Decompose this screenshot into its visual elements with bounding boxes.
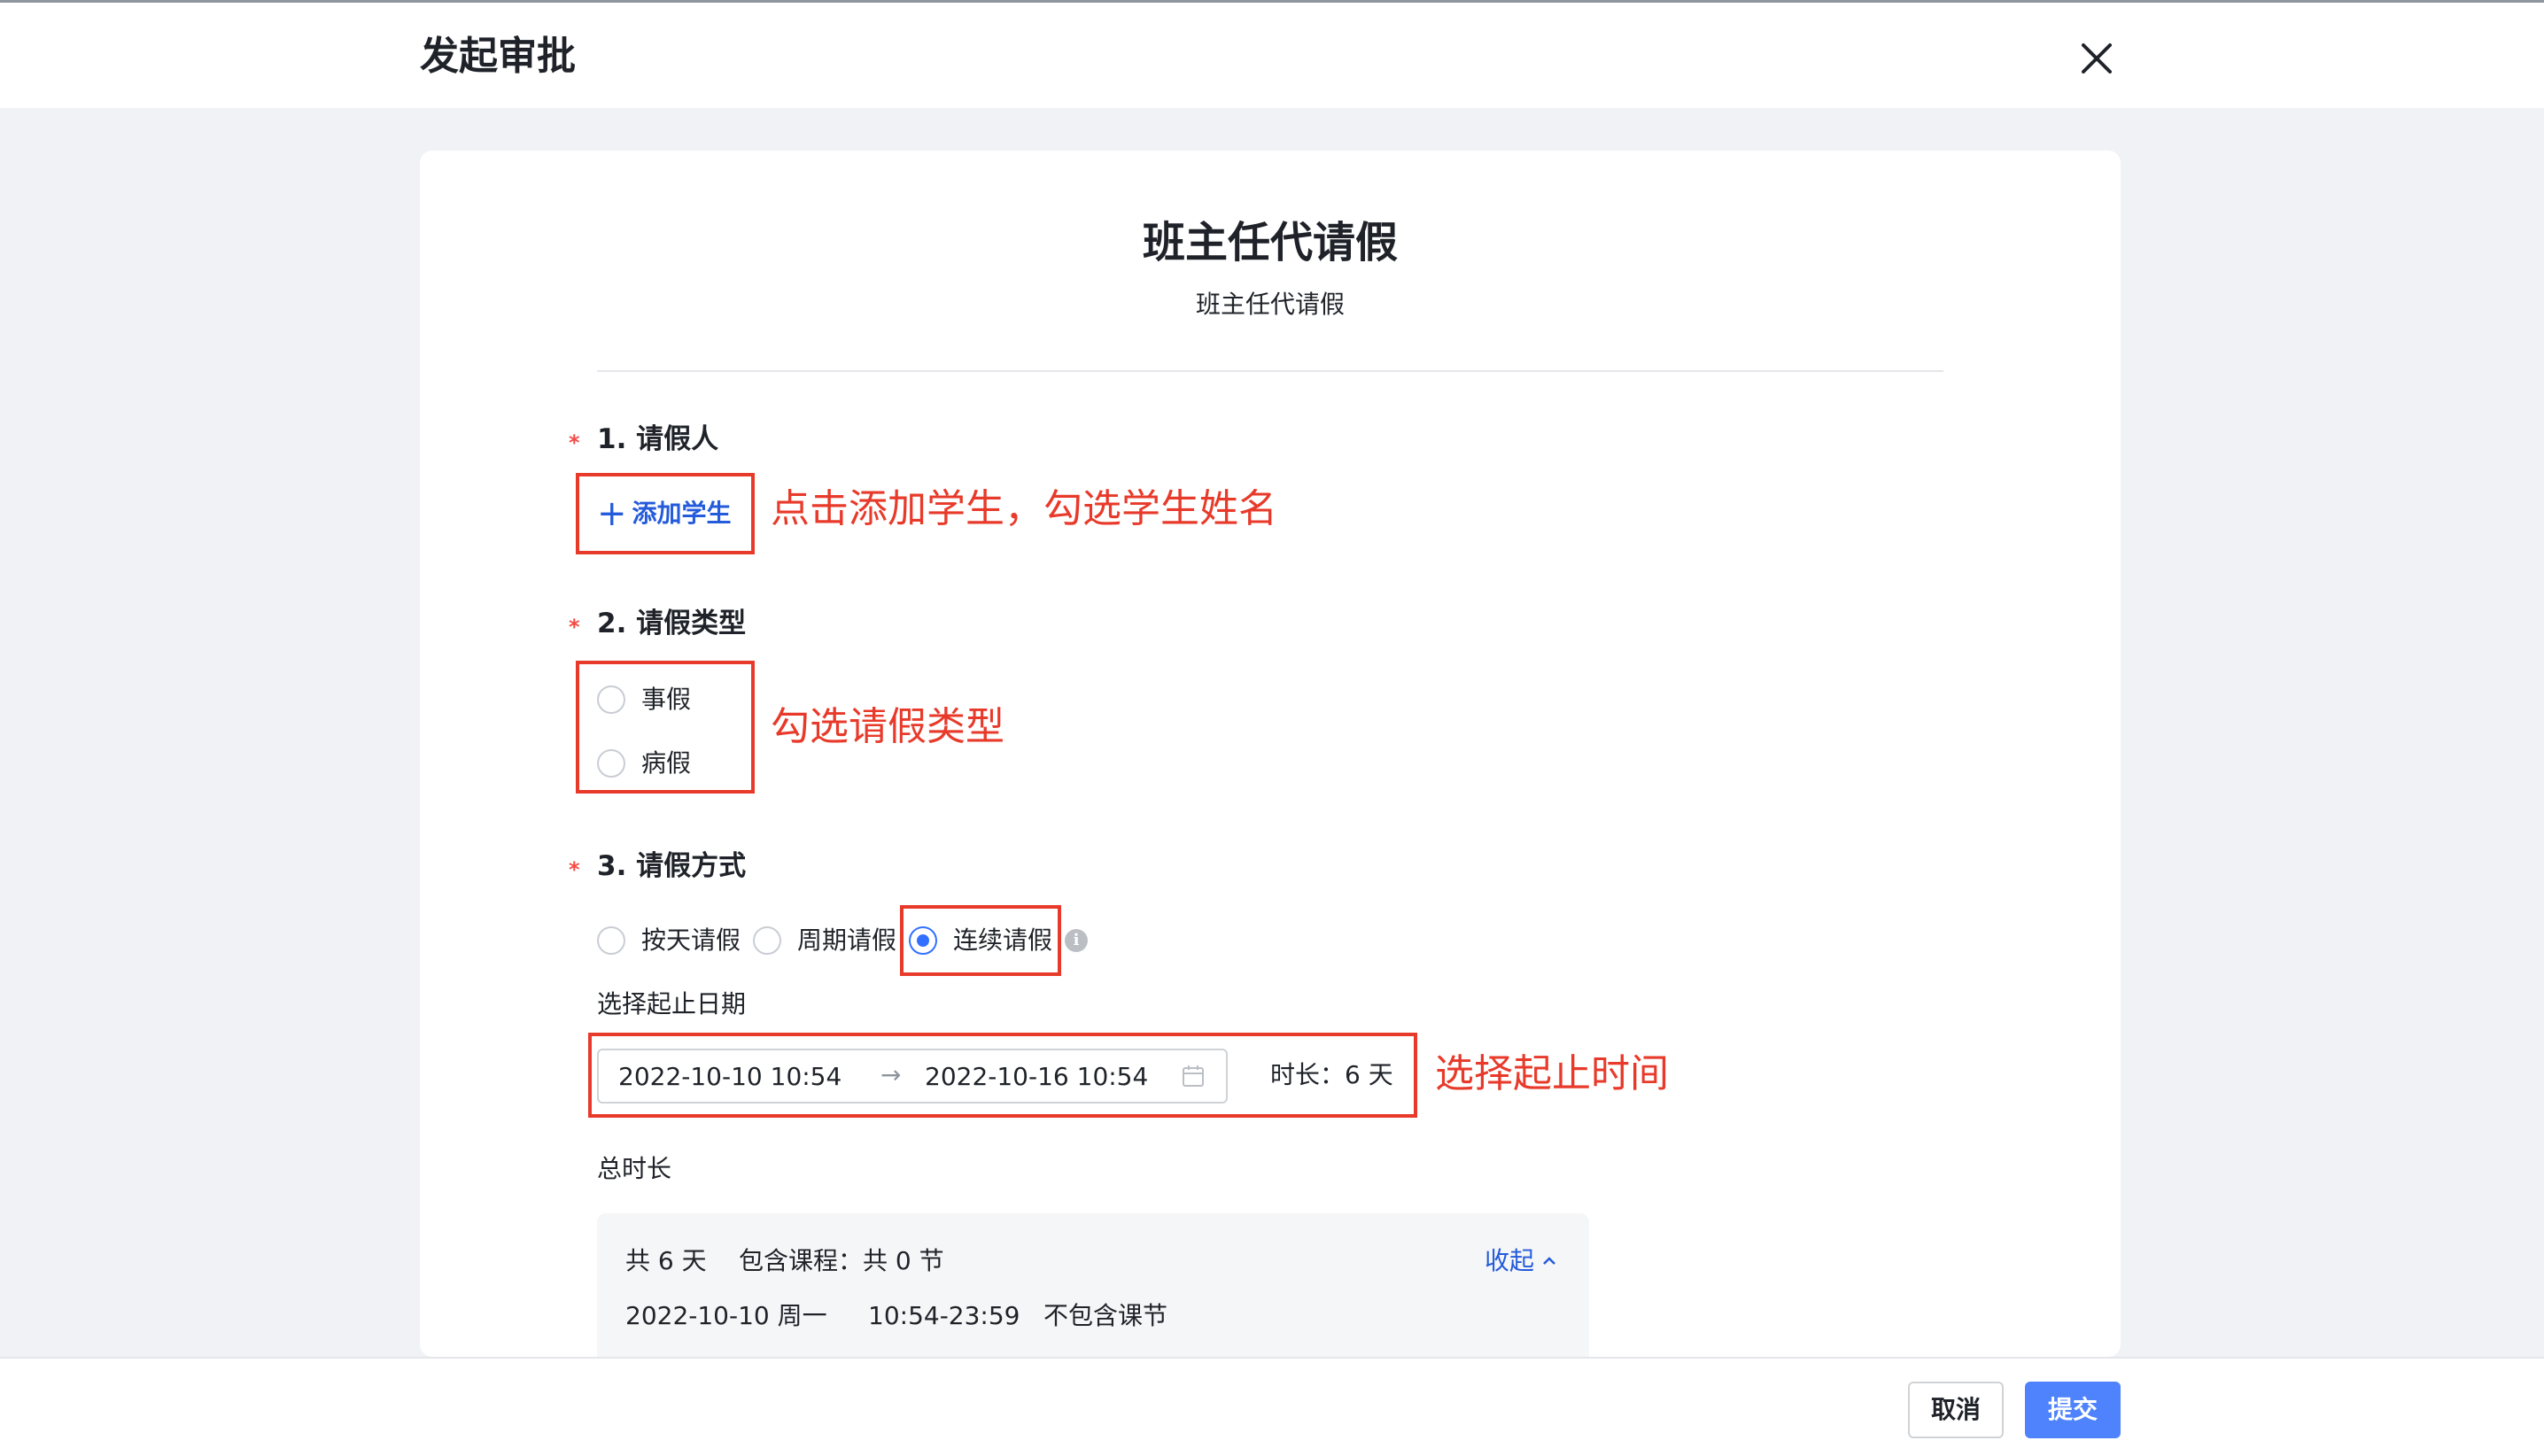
field-label-leave-mode: 3. 请假方式 bbox=[597, 850, 747, 882]
annotation-text-date-range: 选择起止时间 bbox=[1435, 1051, 1669, 1096]
summary-days: 共 6 天 bbox=[625, 1246, 707, 1275]
annotation-text-add-student: 点击添加学生，勾选学生姓名 bbox=[771, 486, 1277, 531]
annotation-box-add-student bbox=[576, 473, 755, 554]
footer-bar: 取消 提交 bbox=[0, 1357, 2544, 1456]
annotation-box-continuous bbox=[900, 905, 1061, 976]
duration-summary-panel: 共 6 天 包含课程：共 0 节 收起 2022-10-10 周一 10:54-… bbox=[597, 1213, 1589, 1357]
required-asterisk: * bbox=[569, 857, 580, 882]
page-header: 发起审批 bbox=[0, 3, 2544, 108]
total-duration-label: 总时长 bbox=[597, 1154, 672, 1183]
form-card: 班主任代请假 班主任代请假 * 1. 请假人 + 添加学生 点击添加学生，勾选学… bbox=[420, 151, 2121, 1357]
field-label-leave-person: 1. 请假人 bbox=[597, 423, 719, 455]
annotation-box-date-range bbox=[588, 1033, 1417, 1118]
radio-button[interactable] bbox=[753, 926, 781, 955]
annotation-box-leave-type bbox=[576, 661, 755, 794]
form-subtitle: 班主任代请假 bbox=[1195, 290, 1345, 319]
chevron-up-icon bbox=[1543, 1257, 1555, 1265]
divider bbox=[597, 370, 1943, 372]
date-range-label: 选择起止日期 bbox=[597, 989, 747, 1018]
form-title: 班主任代请假 bbox=[1142, 218, 1398, 267]
summary-row-date: 2022-10-10 周一 bbox=[625, 1301, 827, 1330]
summary-row-time: 10:54-23:59 bbox=[868, 1301, 1020, 1330]
summary-courses: 包含课程：共 0 节 bbox=[739, 1246, 944, 1275]
radio-label: 按天请假 bbox=[641, 925, 741, 955]
radio-label: 周期请假 bbox=[797, 925, 897, 955]
annotation-text-leave-type: 勾选请假类型 bbox=[771, 704, 1004, 749]
radio-option-periodic[interactable]: 周期请假 bbox=[753, 923, 896, 958]
collapse-button[interactable]: 收起 bbox=[1485, 1243, 1557, 1279]
cancel-button[interactable]: 取消 bbox=[1908, 1382, 2004, 1438]
required-asterisk: * bbox=[569, 430, 580, 455]
submit-button[interactable]: 提交 bbox=[2025, 1382, 2121, 1438]
required-asterisk: * bbox=[569, 615, 580, 639]
page-title: 发起审批 bbox=[420, 34, 576, 79]
radio-button[interactable] bbox=[597, 926, 625, 955]
close-icon[interactable] bbox=[2073, 35, 2121, 82]
radio-option-by-day[interactable]: 按天请假 bbox=[597, 923, 741, 958]
info-icon[interactable]: i bbox=[1065, 929, 1088, 952]
summary-row-note: 不包含课节 bbox=[1043, 1301, 1168, 1330]
collapse-label: 收起 bbox=[1485, 1246, 1535, 1275]
field-label-leave-type: 2. 请假类型 bbox=[597, 608, 747, 639]
